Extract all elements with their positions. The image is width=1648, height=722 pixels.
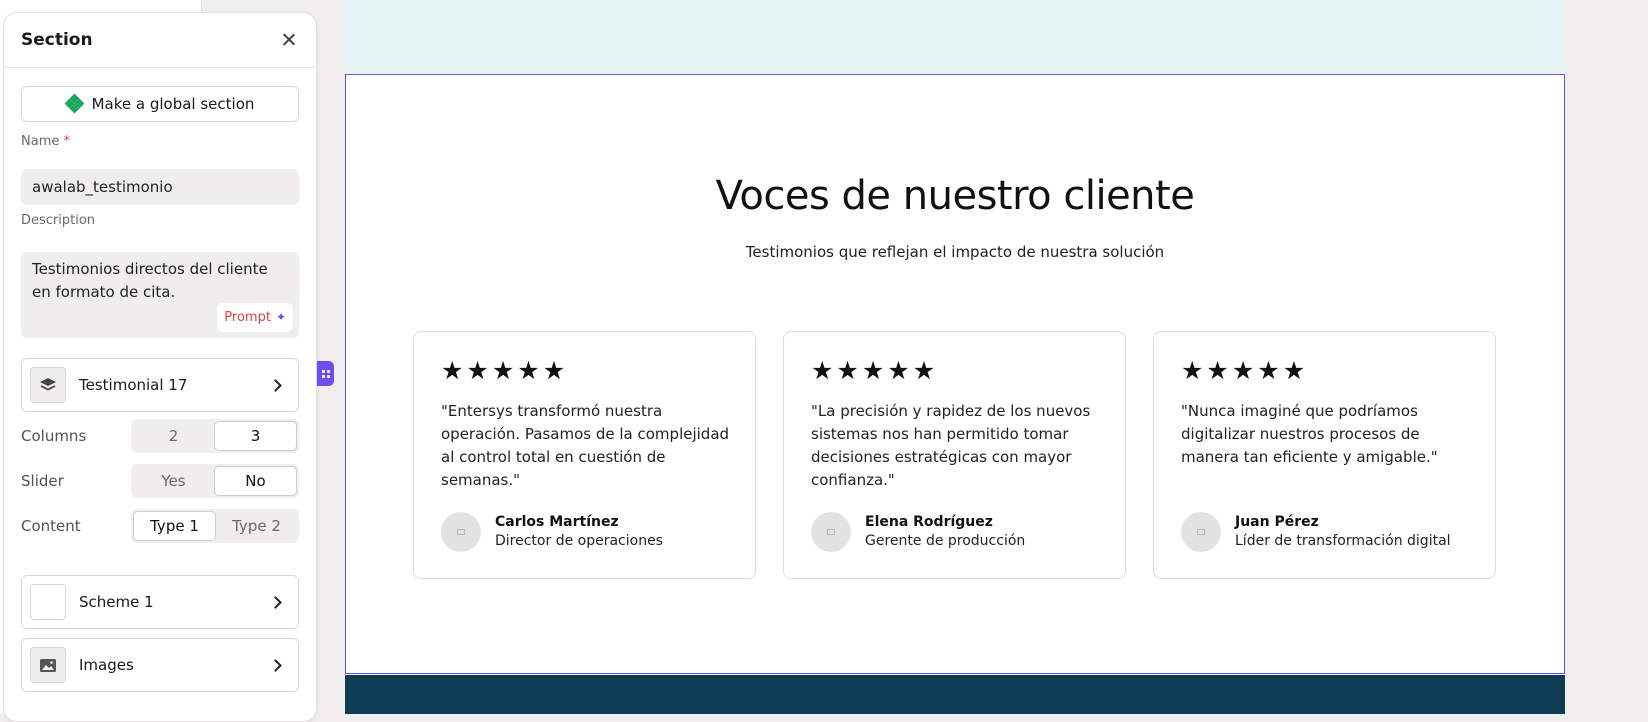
chevron-right-icon xyxy=(269,595,282,609)
layout-selector[interactable]: Testimonial 17 xyxy=(21,358,299,412)
star-icon: ★ xyxy=(441,356,464,385)
description-field[interactable]: Testimonios directos del cliente en form… xyxy=(21,252,299,338)
testimonial-author: Carlos Martínez Director de operaciones xyxy=(441,512,663,552)
slider-control: Slider Yes No xyxy=(21,464,299,498)
star-icon: ★ xyxy=(861,356,885,385)
star-icon: ★ xyxy=(517,356,540,385)
section-subtitle: Testimonios que reflejan el impacto de n… xyxy=(745,243,1165,261)
panel-title: Section xyxy=(21,30,93,50)
image-placeholder-icon xyxy=(827,529,835,535)
testimonial-card: ★ ★ ★ ★ ★ "Nunca imaginé que podríamos digit… xyxy=(1153,331,1496,579)
author-role: Gerente de producción xyxy=(865,533,1026,549)
previous-section-preview[interactable] xyxy=(345,0,1565,74)
description-label: Description xyxy=(21,213,96,228)
avatar xyxy=(441,512,481,552)
name-label: Name * xyxy=(21,134,70,149)
content-option-type-2[interactable]: Type 2 xyxy=(216,511,297,541)
columns-option-3[interactable]: 3 xyxy=(214,421,297,451)
avatar xyxy=(811,512,851,552)
star-icon: ★ xyxy=(1257,356,1280,385)
star-icon: ★ xyxy=(466,356,489,385)
description-field-value: Testimonios directos del cliente en form… xyxy=(32,260,268,301)
slider-segmented: Yes No xyxy=(131,464,299,498)
required-mark: * xyxy=(63,134,71,149)
make-global-section-label: Make a global section xyxy=(91,95,255,113)
author-role: Director de operaciones xyxy=(495,533,663,549)
layout-selector-label: Testimonial 17 xyxy=(79,376,188,394)
avatar xyxy=(1181,512,1221,552)
star-rating: ★ ★ ★ ★ ★ xyxy=(1181,358,1305,383)
slider-label: Slider xyxy=(21,472,64,490)
testimonial-author: Elena Rodríguez Gerente de producción xyxy=(811,512,1025,552)
scheme-selector-label: Scheme 1 xyxy=(79,593,154,611)
star-icon: ★ xyxy=(1181,356,1204,385)
star-icon: ★ xyxy=(491,356,515,385)
content-segmented: Type 1 Type 2 xyxy=(131,509,299,543)
columns-option-2[interactable]: 2 xyxy=(133,421,214,451)
layers-icon xyxy=(30,367,66,403)
author-name: Juan Pérez xyxy=(1235,514,1319,530)
image-placeholder-icon xyxy=(1197,529,1205,535)
prompt-button[interactable]: Prompt ✦ xyxy=(217,303,293,332)
name-field-value: awalab_testimonio xyxy=(32,178,173,196)
columns-control: Columns 2 3 xyxy=(21,419,299,453)
star-icon: ★ xyxy=(912,356,936,385)
content-control: Content Type 1 Type 2 xyxy=(21,509,299,543)
panel-header: Section xyxy=(4,13,316,68)
selected-section-preview[interactable]: Voces de nuestro cliente Testimonios que… xyxy=(345,74,1565,674)
scheme-selector[interactable]: Scheme 1 xyxy=(21,575,299,629)
canvas-right-gutter xyxy=(1565,0,1648,714)
slider-option-no[interactable]: No xyxy=(214,466,297,496)
star-rating: ★ ★ ★ ★ ★ xyxy=(811,358,935,383)
testimonial-card: ★ ★ ★ ★ ★ "Entersys transformó nuestra opera… xyxy=(413,331,756,579)
image-icon xyxy=(30,647,66,683)
content-option-type-1[interactable]: Type 1 xyxy=(133,511,216,541)
diamond-icon xyxy=(64,93,85,114)
close-icon[interactable] xyxy=(279,30,299,50)
star-icon: ★ xyxy=(887,356,910,385)
prompt-label: Prompt xyxy=(224,310,271,325)
star-icon: ★ xyxy=(1206,356,1229,385)
testimonial-card: ★ ★ ★ ★ ★ "La precisión y rapidez de los nue… xyxy=(783,331,1126,579)
testimonial-quote: "La precisión y rapidez de los nuevos si… xyxy=(811,402,1091,489)
testimonial-author: Juan Pérez Líder de transformación digit… xyxy=(1181,512,1451,552)
star-icon: ★ xyxy=(542,356,566,385)
chevron-right-icon xyxy=(269,658,282,672)
star-icon: ★ xyxy=(836,356,859,385)
section-title: Voces de nuestro cliente xyxy=(715,173,1195,219)
images-selector[interactable]: Images xyxy=(21,638,299,692)
testimonial-quote: "Nunca imaginé que podríamos digitalizar… xyxy=(1181,402,1438,466)
star-icon: ★ xyxy=(1282,356,1306,385)
content-label: Content xyxy=(21,517,81,535)
author-role: Líder de transformación digital xyxy=(1235,533,1451,549)
star-icon: ★ xyxy=(1231,356,1255,385)
author-name: Carlos Martínez xyxy=(495,514,619,530)
section-settings-panel: Section Make a global section Name * awa… xyxy=(3,12,317,722)
columns-label: Columns xyxy=(21,427,87,445)
images-selector-label: Images xyxy=(79,656,134,674)
star-icon: ★ xyxy=(811,356,834,385)
scheme-swatch xyxy=(30,584,66,620)
testimonial-quote: "Entersys transformó nuestra operación. … xyxy=(441,402,730,489)
name-field[interactable]: awalab_testimonio xyxy=(21,169,299,205)
sparkle-icon: ✦ xyxy=(275,310,286,324)
make-global-section-button[interactable]: Make a global section xyxy=(21,86,299,122)
columns-segmented: 2 3 xyxy=(131,419,299,453)
chevron-right-icon xyxy=(269,378,282,392)
image-placeholder-icon xyxy=(457,529,465,535)
drag-handle-icon[interactable] xyxy=(317,361,334,386)
name-label-text: Name xyxy=(21,134,60,149)
next-section-preview[interactable] xyxy=(345,675,1565,714)
star-rating: ★ ★ ★ ★ ★ xyxy=(441,358,565,383)
author-name: Elena Rodríguez xyxy=(865,514,993,530)
slider-option-yes[interactable]: Yes xyxy=(133,466,214,496)
